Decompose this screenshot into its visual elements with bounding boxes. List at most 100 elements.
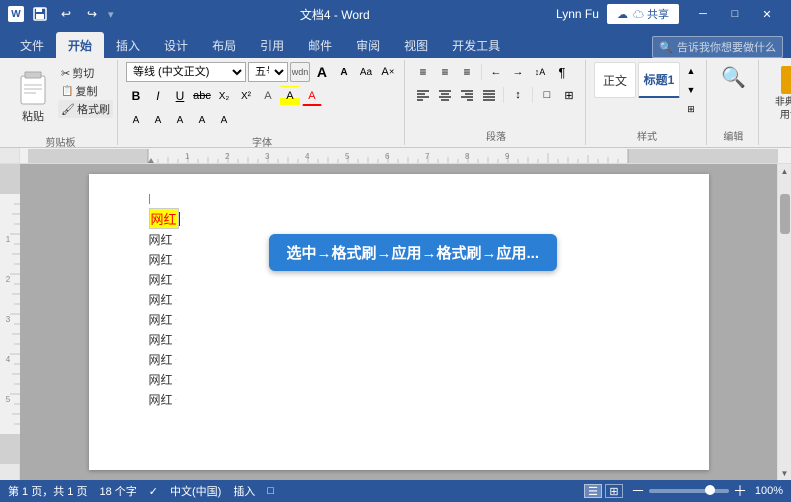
subscript-btn[interactable]: X₂ [214,86,234,106]
save-indicator: □ [267,485,274,497]
tab-file[interactable]: 文件 [8,32,56,58]
font-shrink-btn[interactable]: A [334,62,354,82]
share-button[interactable]: ☁ ☁ 共享 [607,4,679,24]
font-size-select[interactable]: 五号 [248,62,288,82]
font-row-2: B I U abc X₂ X² A A A [126,86,322,106]
styles-scroll-down[interactable]: ▼ [682,81,700,99]
styles-scroll-up[interactable]: ▲ [682,62,700,80]
align-left-btn[interactable] [413,85,433,105]
font-aa-btn[interactable]: A [148,110,168,130]
nonstandard-button[interactable]: 非典型常用命令 [767,62,791,126]
copy-icon: 📋 [61,86,73,97]
scroll-up-btn[interactable]: ▲ [778,164,791,178]
align-right-btn[interactable] [457,85,477,105]
print-layout-btn[interactable]: ☰ [584,484,602,498]
font-size-wdn-btn[interactable]: wdn [290,62,310,82]
font-char-spacing-btn[interactable]: A [126,110,146,130]
font-shrink2-btn[interactable]: A [170,110,190,130]
save-quick-btn[interactable] [30,4,50,24]
text-effect-btn[interactable]: A [258,86,278,106]
text-highlight-btn[interactable]: A [280,86,300,106]
font-char-btn[interactable]: A [214,110,234,130]
format-painter-button[interactable]: 🖌 格式刷 [58,100,113,118]
cut-button[interactable]: ✂ 剪切 [58,64,113,82]
tab-references[interactable]: 引用 [248,32,296,58]
zoom-slider[interactable] [649,489,729,493]
font-color-btn[interactable]: A [302,86,322,106]
italic-btn[interactable]: I [148,86,168,106]
word-count: 18 个字 [99,483,136,499]
share-icon: ☁ [617,8,628,21]
font-phonetic-btn[interactable]: A [192,110,212,130]
vertical-scrollbar[interactable]: ▲ ▼ [777,164,791,480]
tab-developer[interactable]: 开发工具 [440,32,512,58]
text-line-4: 网红 · [149,270,669,290]
para-row-1: ≡ ≡ ≡ ← → ↕A ¶ [413,62,572,82]
nonstandard-icon [781,66,791,94]
text-line-10: 网红 · [149,390,669,410]
web-layout-btn[interactable]: ⊞ [605,484,623,498]
tab-mailings[interactable]: 邮件 [296,32,344,58]
dot-3: · [175,250,178,270]
style-heading1[interactable]: 标题1 [638,62,680,98]
tab-design[interactable]: 设计 [152,32,200,58]
sort-btn[interactable]: ↕A [530,62,550,82]
zoom-out-btn[interactable]: － [631,481,645,501]
document-page: 网红 · 网红 · 网红 · 网红 · 网红 · 网红 [89,174,709,470]
shading-btn[interactable]: □ [537,85,557,105]
tab-home[interactable]: 开始 [56,32,104,58]
text-content-2: 网红 [149,230,173,250]
align-center-btn[interactable] [435,85,455,105]
line-spacing-btn[interactable]: ↕ [508,85,528,105]
copy-button[interactable]: 📋 复制 [58,82,113,100]
text-line-first: 网红 · [149,208,669,229]
redo-quick-btn[interactable]: ↪ [82,4,102,24]
paragraph-label: 段落 [486,126,506,143]
search-box[interactable]: 🔍 告诉我你想要做什么 [652,36,783,58]
undo-quick-btn[interactable]: ↩ [56,4,76,24]
dot-9: · [175,370,178,390]
scroll-thumb[interactable] [780,194,790,234]
justify-btn[interactable] [479,85,499,105]
line-break-mark-1: · [182,214,185,223]
zoom-in-btn[interactable]: ＋ [733,481,747,501]
decrease-indent-btn[interactable]: ← [486,62,506,82]
status-bar: 第 1 页，共 1 页 18 个字 ✓ 中文(中国) 插入 □ ☰ ⊞ － ＋ … [0,480,791,502]
bold-btn[interactable]: B [126,86,146,106]
font-name-select[interactable]: 等线 (中文正文) [126,62,246,82]
editing-button[interactable]: 🔍 [715,62,752,93]
tab-view[interactable]: 视图 [392,32,440,58]
tooltip-bubble: 选中→格式刷→应用→格式刷→应用... [269,234,558,271]
styles-expand[interactable]: ⊞ [682,100,700,118]
document-scroll[interactable]: 网红 · 网红 · 网红 · 网红 · 网红 · 网红 [20,164,777,480]
clear-format-btn[interactable]: A✕ [378,62,398,82]
superscript-btn[interactable]: X² [236,86,256,106]
svg-text:2: 2 [6,275,11,284]
multilevel-btn[interactable]: ≡ [457,62,477,82]
insert-mode: 插入 [233,483,255,499]
cut-label: 剪切 [72,65,94,81]
bullets-btn[interactable]: ≡ [413,62,433,82]
text-line-6: 网红 · [149,310,669,330]
paste-button[interactable]: 粘贴 [8,62,58,132]
close-btn[interactable]: ✕ [751,0,783,28]
restore-btn[interactable]: □ [719,0,751,28]
style-normal[interactable]: 正文 [594,62,636,98]
search-icon: 🔍 [659,41,673,54]
font-grow-btn[interactable]: A [312,62,332,82]
increase-indent-btn[interactable]: → [508,62,528,82]
numbered-btn[interactable]: ≡ [435,62,455,82]
change-case-btn[interactable]: Aa [356,62,376,82]
minimize-btn[interactable]: ─ [687,0,719,28]
para-row-2: ↕ □ ⊞ [413,85,579,105]
underline-btn[interactable]: U [170,86,190,106]
para-divider1 [481,64,482,80]
borders-btn[interactable]: ⊞ [559,85,579,105]
format-painter-icon: 🖌 [61,103,75,116]
scroll-down-btn[interactable]: ▼ [778,466,791,480]
tab-insert[interactable]: 插入 [104,32,152,58]
tab-layout[interactable]: 布局 [200,32,248,58]
strikethrough-btn[interactable]: abc [192,86,212,106]
tab-review[interactable]: 审阅 [344,32,392,58]
show-marks-btn[interactable]: ¶ [552,62,572,82]
